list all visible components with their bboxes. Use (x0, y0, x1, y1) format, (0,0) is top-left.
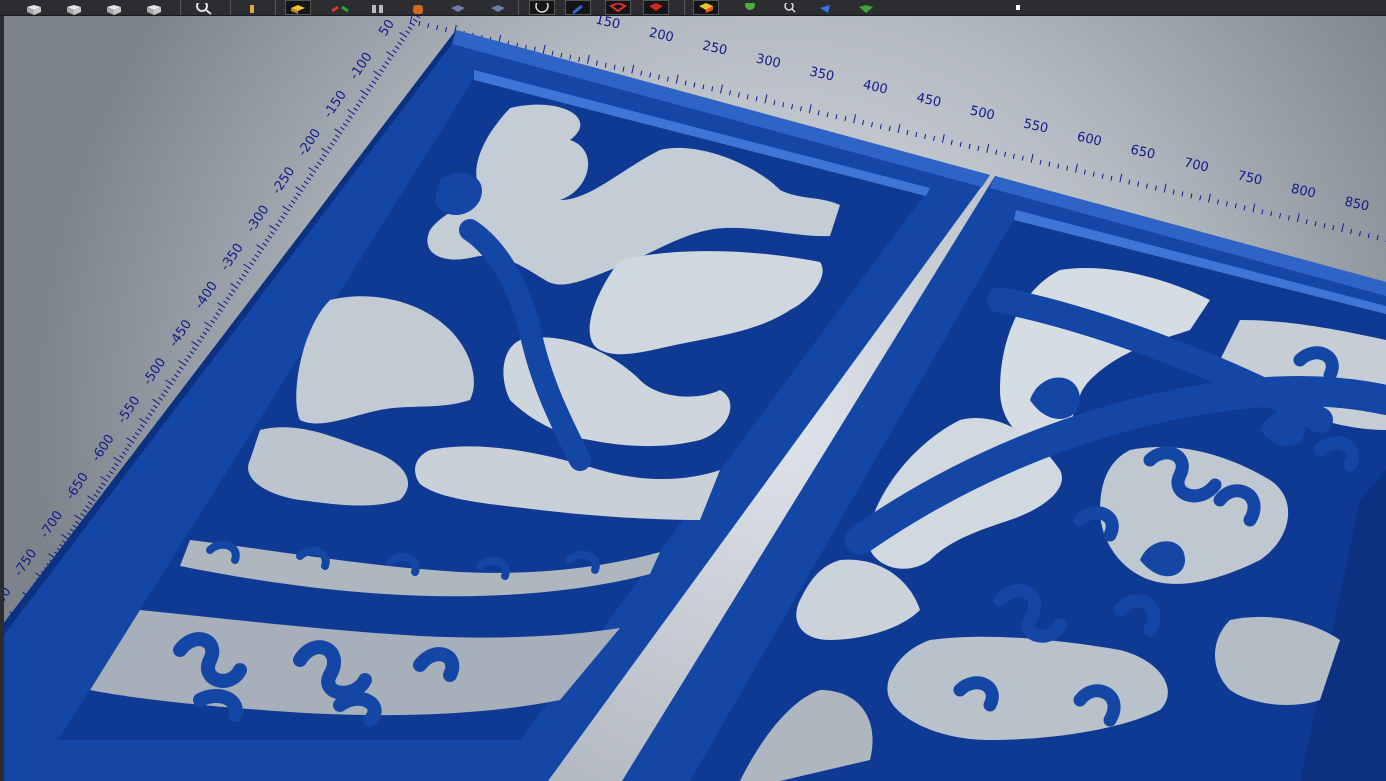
view-front-cube-icon (25, 0, 43, 15)
sphere-green-button[interactable] (737, 0, 763, 15)
arrow-blue-left-icon (818, 0, 834, 15)
zoom-magnifier-button[interactable] (191, 0, 217, 15)
viewport-scene: 1502002503003504004505005506006507007508… (0, 15, 1386, 781)
view-right-cube-button[interactable] (141, 0, 167, 15)
shape-blue-small-button[interactable] (485, 0, 511, 15)
arrow-blue-icon (570, 0, 586, 15)
box-yellow-button[interactable] (693, 0, 719, 15)
left-panel-edge (0, 15, 4, 781)
layer-yellow-icon (290, 0, 306, 15)
shape-red-outline-icon (608, 0, 628, 15)
main-toolbar (0, 0, 1386, 16)
view-back-cube-icon (65, 0, 83, 15)
sphere-green-icon (743, 0, 757, 15)
panel-right-opening (1215, 616, 1340, 705)
view-back-cube-button[interactable] (61, 0, 87, 15)
zoom-magnifier-icon (195, 0, 213, 15)
material-orange-icon (411, 0, 425, 15)
shape-red-solid-icon (647, 0, 665, 15)
shape-red-solid-button[interactable] (643, 0, 669, 15)
shape-blue-small-icon (490, 0, 506, 15)
view-right-cube-icon (145, 0, 163, 15)
3d-viewport[interactable]: 150 200 250 300 350 400 450 500 550 600 650 700 750 8… (0, 15, 1386, 781)
toolbar-separator (518, 0, 519, 15)
toolbar-separator (684, 0, 685, 15)
toolbar-separator (275, 0, 276, 15)
cursor-white-button[interactable] (1005, 0, 1031, 15)
shape-blue-icon (450, 0, 466, 15)
view-left-cube-button[interactable] (101, 0, 127, 15)
search-small-icon (783, 0, 797, 15)
arrow-blue-button[interactable] (565, 0, 591, 15)
view-front-cube-button[interactable] (21, 0, 47, 15)
arrow-blue-left-button[interactable] (813, 0, 839, 15)
layer-yellow-button[interactable] (285, 0, 311, 15)
shape-blue-button[interactable] (445, 0, 471, 15)
axis-red-green-icon (330, 0, 350, 15)
cursor-white-icon (1013, 0, 1023, 15)
axis-red-green-button[interactable] (327, 0, 353, 15)
pencil-icon (246, 0, 258, 15)
circle-outline-button[interactable] (529, 0, 555, 15)
toolbar-separator (230, 0, 231, 15)
material-orange-button[interactable] (405, 0, 431, 15)
toolbar-separator (180, 0, 181, 15)
search-small-button[interactable] (777, 0, 803, 15)
pencil-button[interactable] (239, 0, 265, 15)
shape-red-outline-button[interactable] (605, 0, 631, 15)
view-left-cube-icon (105, 0, 123, 15)
shape-green-icon (857, 0, 875, 15)
circle-outline-icon (534, 0, 550, 15)
box-yellow-icon (697, 0, 715, 15)
tool-clamp-button[interactable] (365, 0, 391, 15)
shape-green-button[interactable] (853, 0, 879, 15)
tool-clamp-icon (371, 0, 385, 15)
